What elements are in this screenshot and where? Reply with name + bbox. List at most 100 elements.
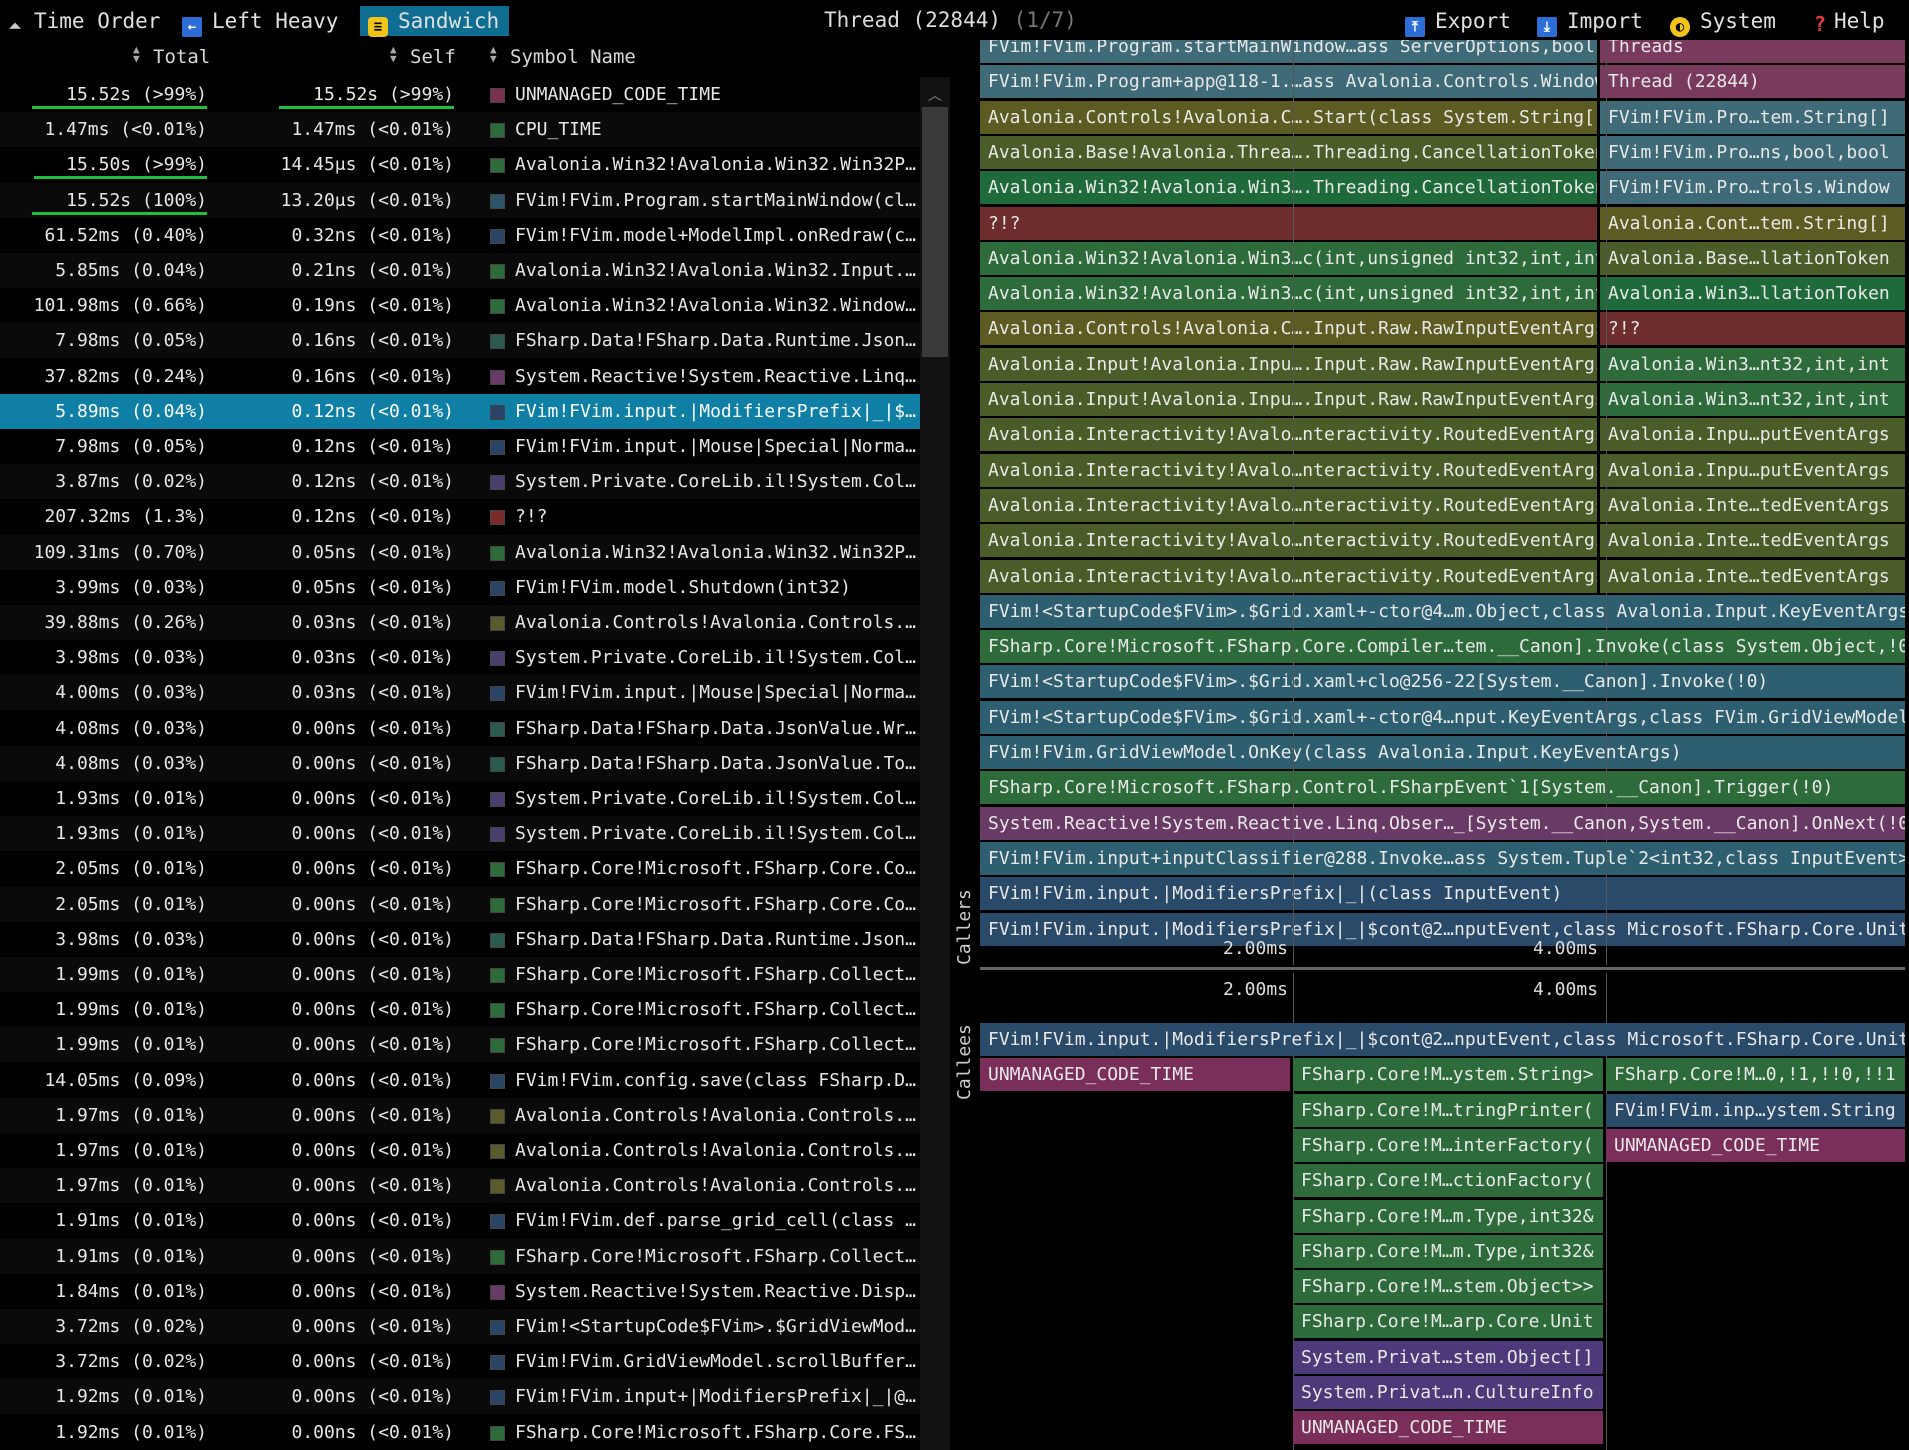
flame-frame[interactable]: Avalonia.Inpu…putEventArgs xyxy=(1600,418,1905,452)
flame-frame[interactable]: Avalonia.Inte…tedEventArgs xyxy=(1600,559,1905,593)
flame-frame[interactable]: Avalonia.Win3…llationToken xyxy=(1600,277,1905,311)
flame-frame[interactable]: FSharp.Core!M…0,!1,!!0,!!1 xyxy=(1606,1058,1905,1092)
table-row[interactable]: 1.99ms (0.01%) 0.00ns (<0.01%) FSharp.Core… xyxy=(0,957,920,992)
flame-frame[interactable]: ?!? xyxy=(1600,312,1905,346)
table-row[interactable]: 3.87ms (0.02%) 0.12ns (<0.01%) System.Priv… xyxy=(0,464,920,500)
flame-frame[interactable]: FVim!FVim.Program+app@118-1.…ass Avaloni… xyxy=(980,65,1597,99)
flame-frame[interactable]: FVim!FVim.inp…ystem.String xyxy=(1606,1093,1905,1127)
flame-frame[interactable]: FVim!FVim.input+inputClassifier@288.Invo… xyxy=(980,841,1905,875)
flame-frame[interactable]: Avalonia.Win3…nt32,int,int xyxy=(1600,347,1905,381)
callers-flamegraph[interactable]: FVim!FVim.Program.startMainWindow…ass Se… xyxy=(980,40,1905,965)
flame-frame[interactable]: FVim!FVim.Program.startMainWindow…ass Se… xyxy=(980,40,1597,63)
flame-frame[interactable]: FVim!FVim.Pro…ns,bool,bool xyxy=(1600,135,1905,169)
flame-frame[interactable]: FSharp.Core!M…m.Type,int32& xyxy=(1293,1234,1603,1268)
table-row[interactable]: 2.05ms (0.01%) 0.00ns (<0.01%) FSharp.Core… xyxy=(0,886,920,922)
total-column-header[interactable]: ▲ ▼ Total xyxy=(133,44,210,68)
flame-frame[interactable]: FVim!<StartupCode$FVim>.$Grid.xaml+-ctor… xyxy=(980,594,1905,628)
flame-frame[interactable]: FSharp.Core!M…ystem.String> xyxy=(1293,1058,1603,1092)
thread-title[interactable]: Thread (22844) (1/7) xyxy=(824,8,1077,32)
flame-frame[interactable]: Avalonia.Win32!Avalonia.Win3….Threading.… xyxy=(980,171,1597,205)
flame-frame[interactable]: FVim!FVim.input.|ModifiersPrefix|_|(clas… xyxy=(980,877,1905,911)
table-row[interactable]: 1.91ms (0.01%) 0.00ns (<0.01%) FVim!FVim.d… xyxy=(0,1203,920,1238)
flame-frame[interactable]: ?!? xyxy=(980,206,1597,240)
flame-frame[interactable]: System.Privat…stem.Object[] xyxy=(1293,1340,1603,1374)
table-row[interactable]: 14.05ms (0.09%) 0.00ns (<0.01%) FVim!FVim.… xyxy=(0,1063,920,1098)
table-row[interactable]: 3.98ms (0.03%) 0.03ns (<0.01%) System.Priv… xyxy=(0,640,920,675)
flame-frame[interactable]: UNMANAGED_CODE_TIME xyxy=(980,1058,1290,1092)
flame-frame[interactable]: FVim!FVim.input.|ModifiersPrefix|_|$cont… xyxy=(980,1023,1905,1056)
flame-frame[interactable]: Avalonia.Base!Avalonia.Threa….Threading.… xyxy=(980,135,1597,169)
table-row[interactable]: 3.98ms (0.03%) 0.00ns (<0.01%) FSharp.Data… xyxy=(0,922,920,957)
table-row[interactable]: 207.32ms (1.3%) 0.12ns (<0.01%)?!? xyxy=(0,499,920,534)
table-row[interactable]: 1.47ms (<0.01%) 1.47ms (<0.01%) CPU_TIME xyxy=(0,112,920,148)
flame-frame[interactable]: Avalonia.Input!Avalonia.Inpu….Input.Raw.… xyxy=(980,383,1597,416)
flame-frame[interactable]: Avalonia.Base…llationToken xyxy=(1600,241,1905,275)
table-row[interactable]: 15.52s (>99%) 15.52s (>99%) UNMANAGED_CODE… xyxy=(0,77,920,112)
time-order-button[interactable]: ⏶ Time Order xyxy=(6,6,160,36)
table-row[interactable]: 7.98ms (0.05%) 0.12ns (<0.01%) FVim!FVim.i… xyxy=(0,429,920,464)
flame-frame[interactable]: Avalonia.Interactivity!Avalo…nteractivit… xyxy=(980,559,1597,593)
table-row[interactable]: 4.00ms (0.03%) 0.03ns (<0.01%) FVim!FVim.i… xyxy=(0,675,920,711)
table-row[interactable]: 5.89ms (0.04%) 0.12ns (<0.01%) FVim!FVim.i… xyxy=(0,393,920,429)
table-row[interactable]: 1.93ms (0.01%) 0.00ns (<0.01%) System.Priv… xyxy=(0,816,920,852)
table-row[interactable]: 61.52ms (0.40%) 0.32ns (<0.01%) FVim!FVim.… xyxy=(0,218,920,253)
table-row[interactable]: 2.05ms (0.01%) 0.00ns (<0.01%) FSharp.Core… xyxy=(0,851,920,886)
flame-frame[interactable]: Avalonia.Interactivity!Avalo…nteractivit… xyxy=(980,418,1597,452)
flame-frame[interactable]: Avalonia.Cont…tem.String[] xyxy=(1600,206,1905,240)
flame-frame[interactable]: FVim!FVim.GridViewModel.OnKey(class Aval… xyxy=(980,736,1905,769)
table-row[interactable]: 4.08ms (0.03%) 0.00ns (<0.01%) FSharp.Data… xyxy=(0,711,920,746)
table-row[interactable]: 1.97ms (0.01%) 0.00ns (<0.01%) Avalonia.Co… xyxy=(0,1168,920,1204)
flame-frame[interactable]: FVim!FVim.input.|ModifiersPrefix|_|$cont… xyxy=(980,912,1905,946)
flame-frame[interactable]: UNMANAGED_CODE_TIME xyxy=(1293,1411,1603,1445)
table-row[interactable]: 3.99ms (0.03%) 0.05ns (<0.01%) FVim!FVim.m… xyxy=(0,570,920,605)
flame-frame[interactable]: Avalonia.Interactivity!Avalo…nteractivit… xyxy=(980,453,1597,487)
flame-frame[interactable]: Thread (22844) xyxy=(1600,65,1905,99)
flame-frame[interactable]: Avalonia.Input!Avalonia.Inpu….Input.Raw.… xyxy=(980,347,1597,381)
flame-frame[interactable]: FSharp.Core!M…tringPrinter( xyxy=(1293,1093,1603,1127)
flame-frame[interactable]: Avalonia.Inpu…putEventArgs xyxy=(1600,453,1905,487)
callees-flamegraph[interactable]: 2.00ms 4.00ms FVim!FVim.input.|ModifiersPr… xyxy=(980,973,1905,1450)
table-row[interactable]: 4.08ms (0.03%) 0.00ns (<0.01%) FSharp.Data… xyxy=(0,745,920,781)
sandwich-button[interactable]: ≡ Sandwich xyxy=(360,6,510,37)
symbol-column-header[interactable]: ▲ ▼ Symbol Name xyxy=(490,44,636,68)
flame-frame[interactable]: Avalonia.Inte…tedEventArgs xyxy=(1600,488,1905,522)
flame-frame[interactable]: Avalonia.Controls!Avalonia.C….Input.Raw.… xyxy=(980,312,1597,346)
system-button[interactable]: ◐ System xyxy=(1670,6,1776,37)
table-row[interactable]: 1.99ms (0.01%) 0.00ns (<0.01%) FSharp.Core… xyxy=(0,992,920,1027)
table-row[interactable]: 15.52s (100%) 13.20μs (<0.01%) FVim!FVim.P… xyxy=(0,182,920,218)
table-scrollbar[interactable]: ︿ xyxy=(920,77,950,1450)
flame-frame[interactable]: Avalonia.Win32!Avalonia.Win3…c(int,unsig… xyxy=(980,241,1597,275)
flame-frame[interactable]: FSharp.Core!M…m.Type,int32& xyxy=(1293,1199,1603,1233)
flame-frame[interactable]: FSharp.Core!M…interFactory( xyxy=(1293,1128,1603,1162)
table-row[interactable]: 1.84ms (0.01%) 0.00ns (<0.01%) System.Reac… xyxy=(0,1274,920,1309)
flame-frame[interactable]: Avalonia.Win3…nt32,int,int xyxy=(1600,383,1905,416)
flame-frame[interactable]: Avalonia.Inte…tedEventArgs xyxy=(1600,524,1905,558)
flame-frame[interactable]: UNMANAGED_CODE_TIME xyxy=(1606,1128,1905,1162)
table-row[interactable]: 1.93ms (0.01%) 0.00ns (<0.01%) System.Priv… xyxy=(0,781,920,816)
scroll-thumb[interactable] xyxy=(922,107,948,357)
table-row[interactable]: 7.98ms (0.05%) 0.16ns (<0.01%) FSharp.Data… xyxy=(0,323,920,359)
table-row[interactable]: 37.82ms (0.24%) 0.16ns (<0.01%) System.Rea… xyxy=(0,359,920,394)
pane-separator[interactable] xyxy=(980,967,1905,970)
export-button[interactable]: ⤒ Export xyxy=(1405,6,1511,37)
left-heavy-button[interactable]: ← Left Heavy xyxy=(182,6,338,37)
flame-frame[interactable]: FVim!FVim.Pro…trols.Window xyxy=(1600,171,1905,205)
flame-frame[interactable]: FSharp.Core!M…ctionFactory( xyxy=(1293,1164,1603,1198)
table-row[interactable]: 15.50s (>99%) 14.45μs (<0.01%) Avalonia.Wi… xyxy=(0,147,920,182)
table-row[interactable]: 101.98ms (0.66%) 0.19ns (<0.01%) Avalonia.… xyxy=(0,288,920,323)
self-column-header[interactable]: ▲ ▼ Self xyxy=(390,44,456,68)
flame-frame[interactable]: Avalonia.Interactivity!Avalo…nteractivit… xyxy=(980,524,1597,558)
flame-frame[interactable]: Avalonia.Win32!Avalonia.Win3…c(int,unsig… xyxy=(980,277,1597,311)
table-row[interactable]: 1.99ms (0.01%) 0.00ns (<0.01%) FSharp.Core… xyxy=(0,1027,920,1063)
table-row[interactable]: 109.31ms (0.70%) 0.05ns (<0.01%) Avalonia.… xyxy=(0,534,920,570)
table-row[interactable]: 1.92ms (0.01%) 0.00ns (<0.01%) FVim!FVim.i… xyxy=(0,1379,920,1415)
table-row[interactable]: 3.72ms (0.02%) 0.00ns (<0.01%) FVim!FVim.G… xyxy=(0,1344,920,1379)
flame-frame[interactable]: FVim!FVim.Pro…tem.String[] xyxy=(1600,100,1905,134)
table-row[interactable]: 1.97ms (0.01%) 0.00ns (<0.01%) Avalonia.Co… xyxy=(0,1097,920,1133)
flame-frame[interactable]: FSharp.Core!Microsoft.FSharp.Core.Compil… xyxy=(980,630,1905,664)
flame-frame[interactable]: FSharp.Core!Microsoft.FSharp.Control.FSh… xyxy=(980,771,1905,805)
help-button[interactable]: ? Help xyxy=(1810,6,1885,36)
table-row[interactable]: 3.72ms (0.02%) 0.00ns (<0.01%) FVim!<Start… xyxy=(0,1309,920,1344)
flame-frame[interactable]: System.Reactive!System.Reactive.Linq.Obs… xyxy=(980,806,1905,840)
table-row[interactable]: 1.92ms (0.01%) 0.00ns (<0.01%) FSharp.Core… xyxy=(0,1415,920,1450)
